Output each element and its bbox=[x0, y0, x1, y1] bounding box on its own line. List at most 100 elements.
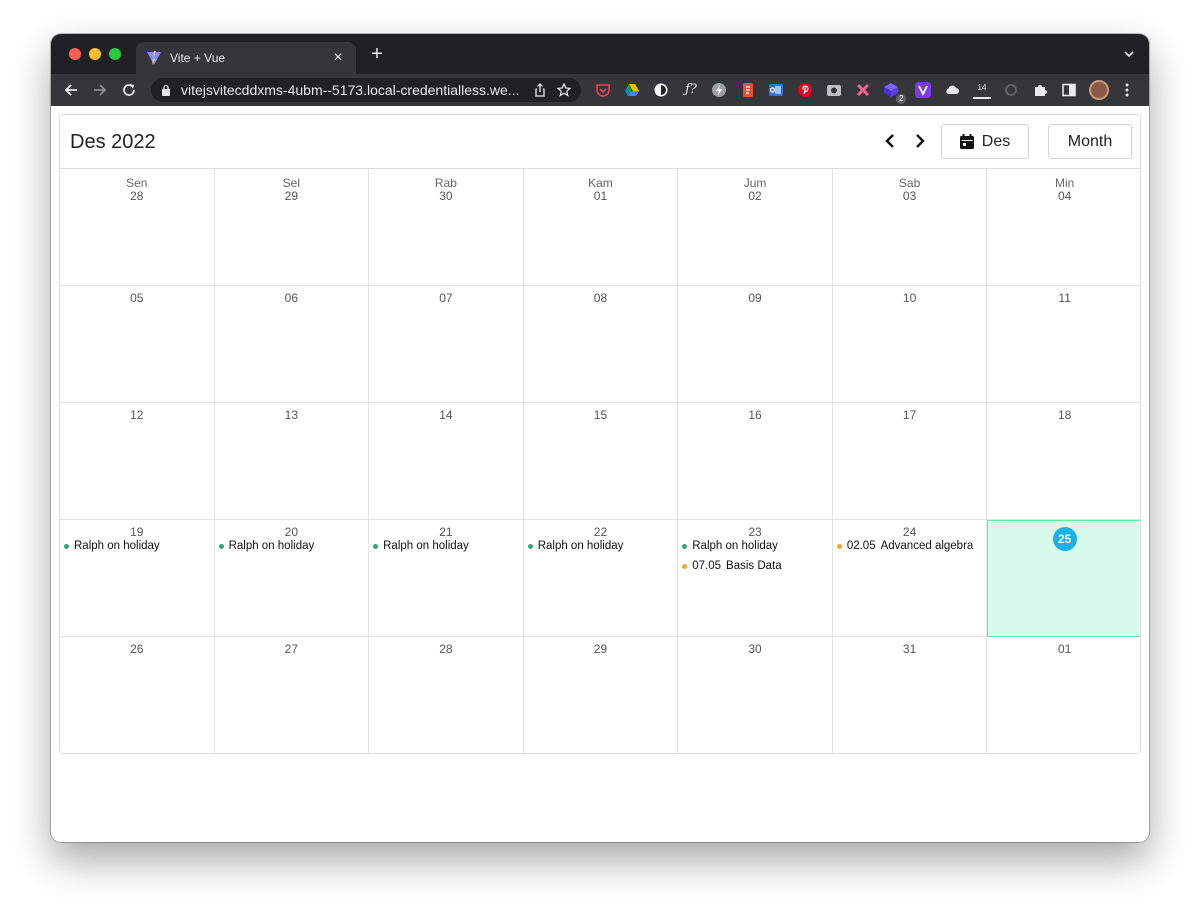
day-cell[interactable]: 21 Ralph on holiday bbox=[369, 520, 524, 637]
day-cell[interactable]: 26 bbox=[60, 637, 215, 753]
day-cell[interactable]: Kam 01 bbox=[523, 169, 679, 286]
day-cell[interactable]: 20 Ralph on holiday bbox=[214, 520, 370, 637]
day-cell[interactable]: Sen 28 bbox=[60, 169, 215, 286]
google-drive-icon[interactable] bbox=[624, 82, 640, 98]
bookmark-star-icon[interactable] bbox=[557, 83, 571, 97]
day-cell[interactable]: Jum 02 bbox=[678, 169, 833, 286]
day-cell[interactable]: 10 bbox=[832, 286, 988, 403]
formula-icon[interactable]: ƒ? bbox=[681, 82, 701, 98]
day-cell[interactable]: 15 bbox=[523, 403, 679, 520]
day-cell[interactable]: 13 bbox=[214, 403, 370, 520]
calendar: Des 2022 Des Month Sen 28 Sel 29 Rab 30 … bbox=[59, 114, 1141, 754]
event-title: Ralph on holiday bbox=[692, 540, 778, 552]
chevron-down-icon[interactable] bbox=[1123, 48, 1135, 60]
day-cell[interactable]: 05 bbox=[60, 286, 215, 403]
today-button[interactable]: Des bbox=[941, 124, 1029, 159]
tab-title: Vite + Vue bbox=[170, 51, 226, 65]
address-bar[interactable]: vitejsvitecddxms-4ubm--5173.local-creden… bbox=[151, 78, 581, 102]
event-dot bbox=[682, 543, 688, 549]
day-cell[interactable]: 27 bbox=[215, 637, 370, 753]
cloud-icon[interactable] bbox=[944, 82, 960, 98]
event-item[interactable]: 07.05 Basis Data bbox=[682, 560, 782, 572]
day-cell[interactable]: 19 Ralph on holiday bbox=[60, 520, 215, 637]
zoom-window-button[interactable] bbox=[109, 48, 121, 60]
day-number: 18 bbox=[1057, 408, 1072, 422]
event-item[interactable]: Ralph on holiday bbox=[373, 540, 469, 552]
vue-devtools-icon[interactable] bbox=[915, 82, 931, 98]
day-cell[interactable]: Rab 30 bbox=[369, 169, 524, 286]
day-cell[interactable]: 29 bbox=[524, 637, 679, 753]
event-title: Ralph on holiday bbox=[383, 540, 469, 552]
side-panel-icon[interactable] bbox=[1061, 82, 1077, 98]
day-number: 17 bbox=[902, 408, 917, 422]
minimize-window-button[interactable] bbox=[89, 48, 101, 60]
day-cell[interactable]: 30 bbox=[678, 637, 833, 753]
event-item[interactable]: Ralph on holiday bbox=[682, 540, 778, 552]
pocket-icon[interactable] bbox=[595, 82, 611, 98]
puzzle-pink-icon[interactable] bbox=[855, 82, 871, 98]
day-number: 08 bbox=[593, 291, 608, 305]
day-number: 13 bbox=[284, 408, 299, 422]
day-cell[interactable]: 11 bbox=[987, 286, 1140, 403]
day-cell[interactable]: 07 bbox=[369, 286, 524, 403]
day-cell[interactable]: Sel 29 bbox=[214, 169, 370, 286]
view-month-button[interactable]: Month bbox=[1048, 124, 1132, 159]
month-grid: Sen 28 Sel 29 Rab 30 Kam 01 Jum 02 Sab 03 Min 0… bbox=[60, 169, 1140, 753]
reload-icon[interactable] bbox=[119, 80, 139, 100]
day-cell[interactable]: 08 bbox=[523, 286, 679, 403]
day-cell[interactable]: 12 bbox=[60, 403, 215, 520]
day-number: 15 bbox=[593, 408, 608, 422]
day-number: 01 bbox=[1057, 642, 1072, 656]
contrast-icon[interactable] bbox=[653, 82, 669, 98]
share-icon[interactable] bbox=[533, 83, 547, 97]
day-cell[interactable]: Sab 03 bbox=[832, 169, 988, 286]
tab-active[interactable]: Vite + Vue × bbox=[136, 42, 356, 74]
day-cell[interactable]: 01 bbox=[987, 637, 1140, 753]
day-cell[interactable]: 24 02.05 Advanced algebra bbox=[832, 520, 988, 637]
day-cell[interactable]: 06 bbox=[214, 286, 370, 403]
forward-icon[interactable] bbox=[90, 80, 110, 100]
day-number: 09 bbox=[748, 291, 762, 305]
calendar-counter[interactable]: 14 bbox=[973, 83, 991, 99]
bolt-icon[interactable] bbox=[711, 82, 727, 98]
event-item[interactable]: Ralph on holiday bbox=[527, 540, 623, 552]
vite-icon bbox=[147, 51, 161, 65]
kebab-menu-icon[interactable] bbox=[1119, 82, 1135, 98]
day-cell[interactable]: 22 Ralph on holiday bbox=[523, 520, 679, 637]
day-cell[interactable]: 16 bbox=[678, 403, 833, 520]
weekday-label: Kam bbox=[588, 176, 613, 190]
day-cell-today[interactable]: 25 bbox=[987, 520, 1140, 637]
new-tab-button[interactable]: + bbox=[367, 44, 387, 64]
close-tab-icon[interactable]: × bbox=[330, 50, 346, 66]
extensions-puzzle-icon[interactable] bbox=[1032, 82, 1048, 98]
calendar-header: Des 2022 Des Month bbox=[60, 115, 1140, 169]
next-month-icon[interactable] bbox=[910, 132, 928, 150]
day-cell[interactable]: 17 bbox=[832, 403, 988, 520]
back-icon[interactable] bbox=[61, 80, 81, 100]
clipper-icon[interactable] bbox=[740, 82, 756, 98]
close-window-button[interactable] bbox=[69, 48, 81, 60]
day-cell[interactable]: 31 bbox=[833, 637, 988, 753]
day-number: 23 bbox=[748, 525, 762, 539]
outlook-icon[interactable] bbox=[768, 82, 784, 98]
camera-icon[interactable] bbox=[826, 82, 842, 98]
event-item[interactable]: Ralph on holiday bbox=[218, 540, 314, 552]
calendar-icon bbox=[959, 134, 974, 149]
day-cell[interactable]: 23 Ralph on holiday 07.05 Basis Data bbox=[678, 520, 833, 637]
day-cell[interactable]: 18 bbox=[987, 403, 1140, 520]
day-cell[interactable]: 28 bbox=[369, 637, 524, 753]
prev-month-icon[interactable] bbox=[882, 132, 900, 150]
day-number: 01 bbox=[593, 189, 608, 203]
browser-window: Vite + Vue × + vitejsvitecddxms-4ubm--51… bbox=[51, 34, 1149, 842]
settings-faded-icon[interactable] bbox=[1003, 82, 1019, 98]
browser-toolbar: vitejsvitecddxms-4ubm--5173.local-creden… bbox=[51, 74, 1149, 106]
event-item[interactable]: Ralph on holiday bbox=[64, 540, 160, 552]
pinterest-icon[interactable] bbox=[797, 82, 813, 98]
day-cell[interactable]: 14 bbox=[369, 403, 524, 520]
day-cell[interactable]: 09 bbox=[678, 286, 833, 403]
event-item[interactable]: 02.05 Advanced algebra bbox=[836, 540, 973, 552]
day-cell[interactable]: Min 04 bbox=[987, 169, 1140, 286]
event-dot bbox=[682, 563, 688, 569]
profile-avatar[interactable] bbox=[1089, 80, 1109, 100]
day-number: 29 bbox=[593, 642, 608, 656]
